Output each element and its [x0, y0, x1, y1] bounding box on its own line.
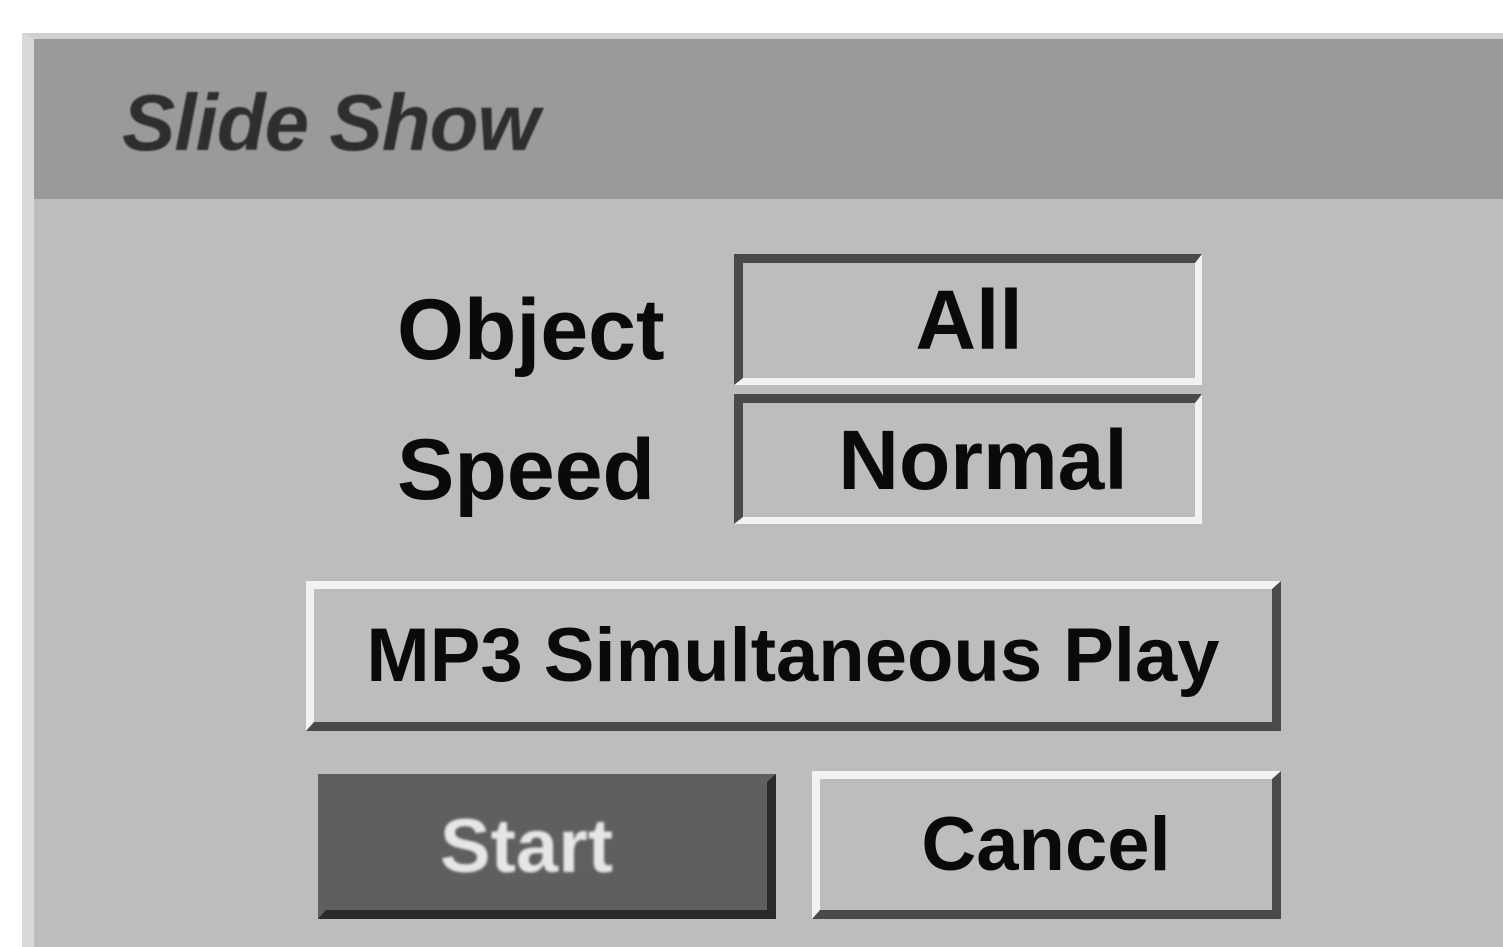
cancel-button[interactable]: Cancel [812, 771, 1281, 919]
object-label: Object [397, 282, 665, 378]
object-value: All [915, 273, 1023, 367]
dialog-titlebar: Slide Show [34, 39, 1503, 199]
start-button-label: Start [439, 803, 614, 889]
cancel-button-label: Cancel [921, 802, 1171, 887]
speed-value: Normal [838, 412, 1128, 507]
slide-show-dialog: Slide Show Object All Speed Normal MP3 S… [22, 33, 1503, 947]
dialog-title: Slide Show [122, 78, 540, 167]
speed-label: Speed [397, 422, 656, 518]
start-button[interactable]: Start [318, 774, 776, 919]
mp3-simultaneous-play-button[interactable]: MP3 Simultaneous Play [306, 581, 1281, 731]
speed-select[interactable]: Normal [734, 394, 1202, 524]
mp3-button-label: MP3 Simultaneous Play [366, 613, 1220, 698]
object-select[interactable]: All [734, 254, 1202, 385]
